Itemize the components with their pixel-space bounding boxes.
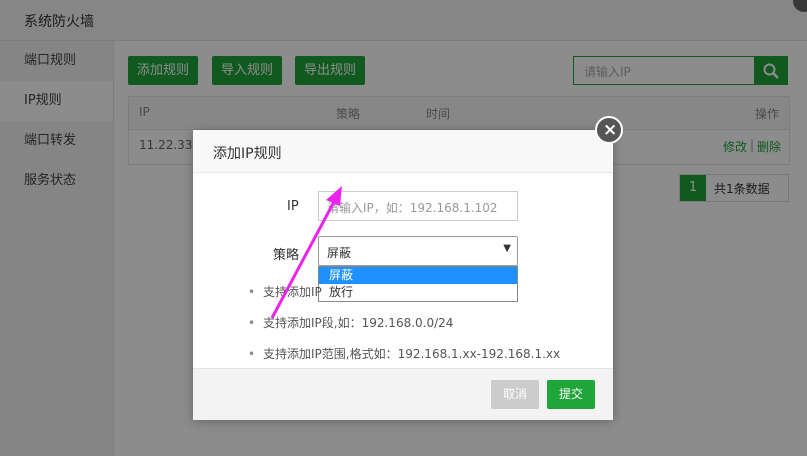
option-block[interactable]: 屏蔽 [319,267,517,284]
dialog-header: 添加IP规则 [193,130,613,173]
dialog-title: 添加IP规则 [213,146,282,162]
chevron-down-icon: ▼ [503,243,511,254]
ip-input-placeholder: 请输入IP，如：192.168.1.102 [327,201,498,215]
strategy-label: 策略 [273,248,300,263]
tip-item: 支持添加IP [248,284,560,315]
submit-button[interactable]: 提交 [547,380,595,409]
cancel-button[interactable]: 取消 [491,380,539,409]
tips-list: 支持添加IP 支持添加IP段,如：192.168.0.0/24 支持添加IP范围… [248,284,560,377]
strategy-selected-value: 屏蔽 [327,246,352,260]
dialog-footer: 取消 提交 [193,368,613,420]
strategy-select[interactable]: 屏蔽 ▼ [318,236,518,266]
add-ip-rule-dialog: 添加IP规则 IP 请输入IP，如：192.168.1.102 策略 屏蔽 ▼ … [193,130,613,420]
close-glyph: × [603,120,618,140]
ip-label: IP [287,199,299,214]
close-icon[interactable]: × [595,116,623,144]
ip-input[interactable]: 请输入IP，如：192.168.1.102 [318,191,518,221]
tip-item: 支持添加IP段,如：192.168.0.0/24 [248,315,560,346]
